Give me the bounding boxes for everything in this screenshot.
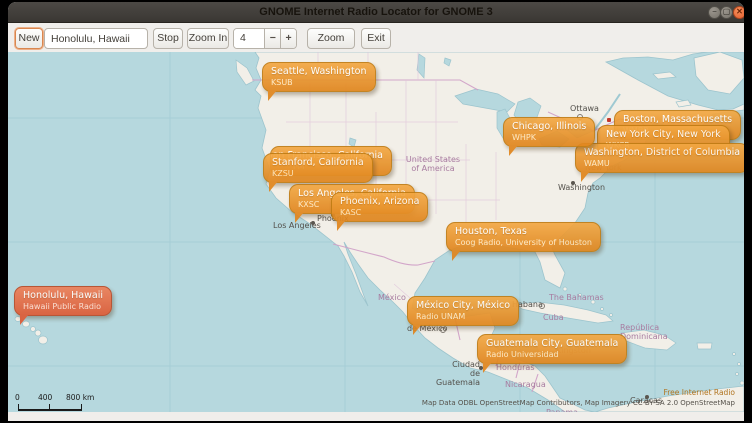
zoom-increment-button[interactable]: + <box>280 29 296 48</box>
scale-label-400: 400 <box>38 393 52 402</box>
map-marker-dot <box>607 118 611 122</box>
station-name-label: WHPK <box>512 133 586 142</box>
scale-bar <box>18 404 82 411</box>
map-marker-dot <box>539 303 545 309</box>
window-maximize-button[interactable]: ▢ <box>720 6 733 19</box>
station-name-label: Radio UNAM <box>416 312 510 321</box>
station-balloon[interactable]: Stanford, CaliforniaKZSU <box>263 153 373 183</box>
map-marker-dot <box>311 221 315 225</box>
map-attribution: Map Data ODBL OpenStreetMap Contributors… <box>422 399 735 407</box>
station-name-label: Hawaii Public Radio <box>23 302 103 311</box>
station-city-label: México City, México <box>416 300 510 311</box>
station-city-label: Honolulu, Hawaii <box>23 290 103 301</box>
map-marker-dot <box>440 327 446 333</box>
desktop: GNOME Internet Radio Locator for GNOME 3… <box>0 0 752 423</box>
station-balloon[interactable]: Houston, TexasCoog Radio, University of … <box>446 222 601 252</box>
station-city-label: Stanford, California <box>272 157 364 168</box>
zoom-level-stepper: 4 − + <box>233 28 297 49</box>
station-city-label: Guatemala City, Guatemala <box>486 338 618 349</box>
station-city-label: Washington, District of Columbia <box>584 147 740 158</box>
scale-label-0: 0 <box>15 393 20 402</box>
station-balloon[interactable]: Washington, District of ColumbiaWAMU <box>575 143 744 173</box>
zoom-level-value[interactable]: 4 <box>234 29 264 48</box>
station-city-label: Phoenix, Arizona <box>340 196 419 207</box>
search-input[interactable] <box>44 28 148 49</box>
window-close-icon[interactable]: ✕ <box>733 6 744 19</box>
station-name-label: KZSU <box>272 169 364 178</box>
station-name-label: Radio Universidad <box>486 350 618 359</box>
station-balloon[interactable]: Honolulu, HawaiiHawaii Public Radio <box>14 286 112 316</box>
station-balloon[interactable]: Phoenix, ArizonaKASC <box>331 192 428 222</box>
exit-button[interactable]: Exit <box>361 28 391 49</box>
stop-button[interactable]: Stop <box>153 28 183 49</box>
station-balloon[interactable]: México City, MéxicoRadio UNAM <box>407 296 519 326</box>
new-button[interactable]: New <box>15 28 43 49</box>
station-city-label: Seattle, Washington <box>271 66 367 77</box>
zoom-in-button[interactable]: Zoom In <box>187 28 229 49</box>
window-bottom-strip <box>8 412 744 421</box>
station-name-label: Coog Radio, University of Houston <box>455 238 592 247</box>
scale-label-800: 800 km <box>66 393 94 402</box>
zoom-out-button[interactable]: Zoom Out <box>307 28 355 49</box>
map-geography <box>8 52 744 412</box>
window-title: GNOME Internet Radio Locator for GNOME 3 <box>8 2 744 22</box>
station-city-label: Chicago, Illinois <box>512 121 586 132</box>
map-canvas[interactable]: Seattle, WashingtonKSUBSan Francisco, Ca… <box>8 52 744 412</box>
free-internet-radio-tagline: Free Internet Radio <box>663 388 735 397</box>
station-city-label: New York City, New York <box>606 129 721 140</box>
station-balloon[interactable]: Seattle, WashingtonKSUB <box>262 62 376 92</box>
station-name-label: KASC <box>340 208 419 217</box>
station-name-label: WAMU <box>584 159 740 168</box>
station-city-label: Houston, Texas <box>455 226 592 237</box>
zoom-decrement-button[interactable]: − <box>264 29 280 48</box>
toolbar: New Stop Zoom In 4 − + Zoom Out Exit <box>8 23 744 52</box>
map-marker-dot <box>571 181 575 185</box>
station-city-label: Boston, Massachusetts <box>623 114 732 125</box>
station-name-label: KSUB <box>271 78 367 87</box>
title-bar[interactable]: GNOME Internet Radio Locator for GNOME 3… <box>8 2 744 23</box>
app-window: GNOME Internet Radio Locator for GNOME 3… <box>8 2 744 421</box>
station-balloon[interactable]: Guatemala City, GuatemalaRadio Universid… <box>477 334 627 364</box>
station-balloon[interactable]: Chicago, IllinoisWHPK <box>503 117 595 147</box>
